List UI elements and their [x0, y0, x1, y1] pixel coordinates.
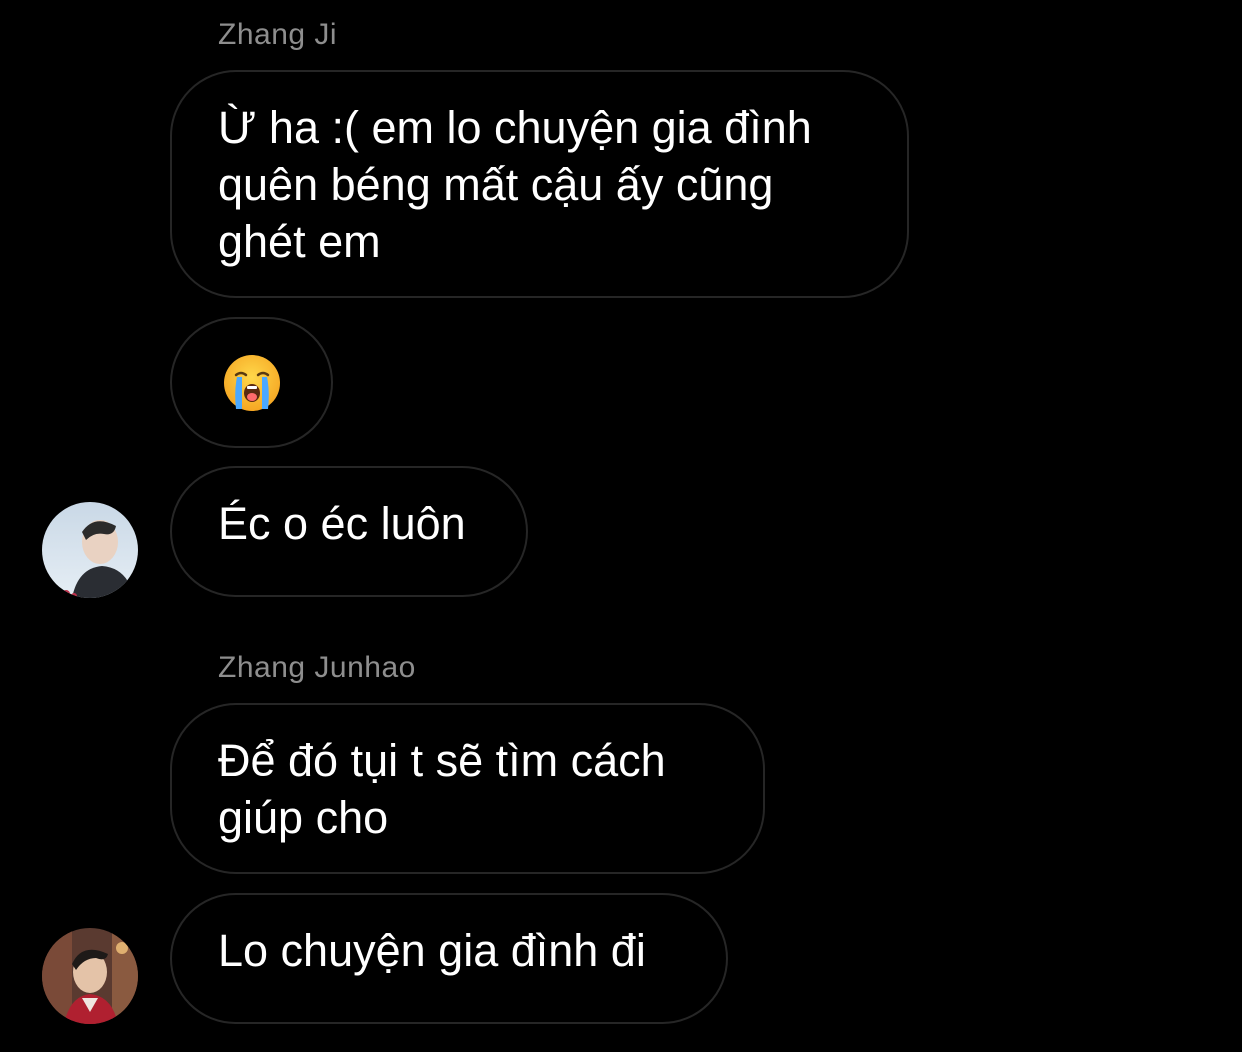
message-text: Lo chuyện gia đình đi [218, 925, 646, 976]
message-text: Ừ ha :( em lo chuyện gia đình quên béng … [218, 102, 812, 267]
message-text: Để đó tụi t sẽ tìm cách giúp cho [218, 735, 666, 843]
message-bubble[interactable]: Éc o éc luôn [170, 466, 528, 597]
message-text: Éc o éc luôn [218, 498, 466, 549]
sender-name-zhang-ji: Zhang Ji [218, 18, 338, 51]
message-bubble[interactable]: Lo chuyện gia đình đi [170, 893, 728, 1024]
message-bubble-emoji[interactable] [170, 317, 333, 448]
message-bubble[interactable]: Để đó tụi t sẽ tìm cách giúp cho [170, 703, 765, 874]
loudly-crying-face-icon [223, 354, 280, 411]
sender-name-zhang-junhao: Zhang Junhao [218, 651, 416, 684]
avatar-zhang-junhao[interactable] [42, 928, 138, 1024]
message-bubble[interactable]: Ừ ha :( em lo chuyện gia đình quên béng … [170, 70, 909, 298]
avatar-zhang-ji[interactable] [42, 502, 138, 598]
